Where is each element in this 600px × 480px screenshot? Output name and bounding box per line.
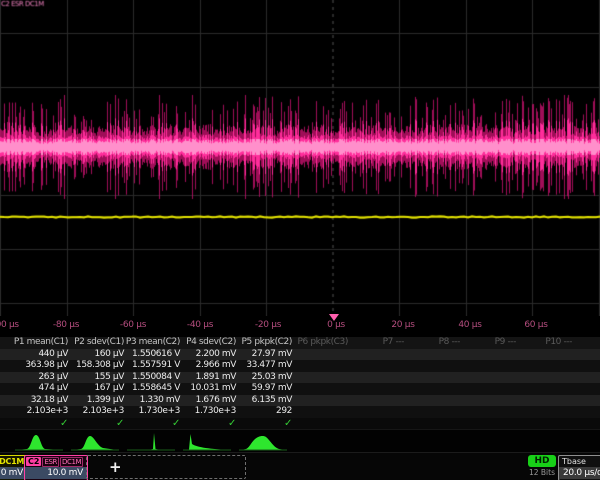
channel-c2-descriptor[interactable]: C2 ESR DC1M 10.0 mV xyxy=(24,455,88,480)
add-trace-button[interactable]: + xyxy=(86,455,246,479)
parameter-value: 2.103e+3 xyxy=(6,406,68,418)
time-axis-label: 40 µs xyxy=(458,320,481,330)
time-axis: -100 µs -80 µs -60 µs -40 µs -20 µs 0 µs 20 µs… xyxy=(0,316,600,336)
status-check-icon: ✓ xyxy=(230,418,292,430)
parameter-header[interactable]: P9 --- xyxy=(454,337,516,349)
c2-label: C2 xyxy=(26,457,41,466)
parameter-value: 2.966 mV xyxy=(174,360,236,372)
status-check-icon: ✓ xyxy=(174,418,236,430)
parameter-value: 292 xyxy=(230,406,292,418)
hd-bits-label: 12 Bits xyxy=(528,467,556,478)
tbase-label: Tbase xyxy=(559,456,600,467)
parameter-header[interactable]: P1 mean(C1) xyxy=(6,337,68,349)
parameter-header[interactable]: P5 pkpk(C2) xyxy=(230,337,292,349)
c2-coupling-tag: DC1M xyxy=(60,457,83,467)
c1-vdiv-value: 0 mV xyxy=(0,467,27,479)
status-check-icon: ✓ xyxy=(62,418,124,430)
c2-esr-tag: ESR xyxy=(42,457,59,467)
parameter-value: 2.200 mV xyxy=(174,349,236,361)
parameter-histicon[interactable] xyxy=(70,431,120,451)
parameter-value: 2.103e+3 xyxy=(62,406,124,418)
parameter-header[interactable]: P8 --- xyxy=(398,337,460,349)
parameter-value: 474 µV xyxy=(6,383,68,395)
parameter-histicon[interactable] xyxy=(14,431,64,451)
c1-coupling-label: DC1M xyxy=(0,456,27,467)
hd-mode-indicator[interactable]: HD 12 Bits xyxy=(528,455,556,478)
parameter-value: 1.550616 V xyxy=(118,349,180,361)
parameter-value: 160 µV xyxy=(62,349,124,361)
timebase-descriptor[interactable]: Tbase 20.0 µs/div xyxy=(558,455,600,480)
tbase-value: 20.0 µs/div xyxy=(559,467,600,479)
parameter-value: 25.03 mV xyxy=(230,372,292,384)
waveform-plot-area[interactable]: C2 ESR DC1M xyxy=(0,0,600,316)
parameter-value: 59.97 mV xyxy=(230,383,292,395)
parameter-header[interactable]: P2 sdev(C1) xyxy=(62,337,124,349)
parameter-histicon[interactable] xyxy=(238,431,288,451)
parameter-value: 1.557591 V xyxy=(118,360,180,372)
parameter-value: 1.399 µV xyxy=(62,395,124,407)
time-axis-label: -20 µs xyxy=(255,320,281,330)
parameter-value: 1.550084 V xyxy=(118,372,180,384)
parameter-value: 6.135 mV xyxy=(230,395,292,407)
parameter-value: 167 µV xyxy=(62,383,124,395)
parameter-value: 33.477 mV xyxy=(230,360,292,372)
time-axis-label: 60 µs xyxy=(524,320,547,330)
parameter-value: 1.891 mV xyxy=(174,372,236,384)
time-axis-label: 0 µs xyxy=(327,320,345,330)
parameter-value: 158.308 µV xyxy=(62,360,124,372)
parameter-value: 1.676 mV xyxy=(174,395,236,407)
trace-descriptor-label: C2 ESR DC1M xyxy=(1,0,44,8)
time-axis-label: -100 µs xyxy=(0,320,19,330)
time-axis-label: -80 µs xyxy=(53,320,79,330)
parameter-value: 440 µV xyxy=(6,349,68,361)
parameter-header[interactable]: P4 sdev(C2) xyxy=(174,337,236,349)
measurement-table: P1 mean(C1)440 µV363.98 µV263 µV474 µV32… xyxy=(0,337,600,429)
parameter-header[interactable]: P7 --- xyxy=(342,337,404,349)
bottom-bar: DC1M 0 mV C2 ESR DC1M 10.0 mV + HD 12 Bi… xyxy=(0,452,600,480)
time-axis-label: -60 µs xyxy=(120,320,146,330)
parameter-value: 10.031 mV xyxy=(174,383,236,395)
parameter-value: 32.18 µV xyxy=(6,395,68,407)
waveform-canvas xyxy=(0,0,600,316)
parameter-header[interactable]: P6 pkpk(C3) xyxy=(286,337,348,349)
parameter-value: 1.330 mV xyxy=(118,395,180,407)
parameter-histicon[interactable] xyxy=(126,431,176,451)
parameter-value: 1.558645 V xyxy=(118,383,180,395)
parameter-value: 1.730e+3 xyxy=(118,406,180,418)
c2-vdiv-value: 10.0 mV xyxy=(25,467,87,479)
status-check-icon: ✓ xyxy=(118,418,180,430)
parameter-value: 263 µV xyxy=(6,372,68,384)
parameter-value: 363.98 µV xyxy=(6,360,68,372)
hd-badge: HD xyxy=(528,455,556,467)
parameter-value: 155 µV xyxy=(62,372,124,384)
parameter-histicon[interactable] xyxy=(182,431,232,451)
time-axis-label: 20 µs xyxy=(391,320,414,330)
parameter-value: 27.97 mV xyxy=(230,349,292,361)
time-axis-label: -40 µs xyxy=(187,320,213,330)
parameter-header[interactable]: P10 --- xyxy=(510,337,572,349)
parameter-value: 1.730e+3 xyxy=(174,406,236,418)
parameter-header[interactable]: P3 mean(C2) xyxy=(118,337,180,349)
parameter-header[interactable]: P11 xyxy=(566,337,600,349)
plus-icon: + xyxy=(109,457,122,477)
histicon-row xyxy=(0,429,600,453)
status-check-icon: ✓ xyxy=(6,418,68,430)
oscilloscope-screen: C2 ESR DC1M -100 µs -80 µs -60 µs -40 µs -20… xyxy=(0,0,600,480)
